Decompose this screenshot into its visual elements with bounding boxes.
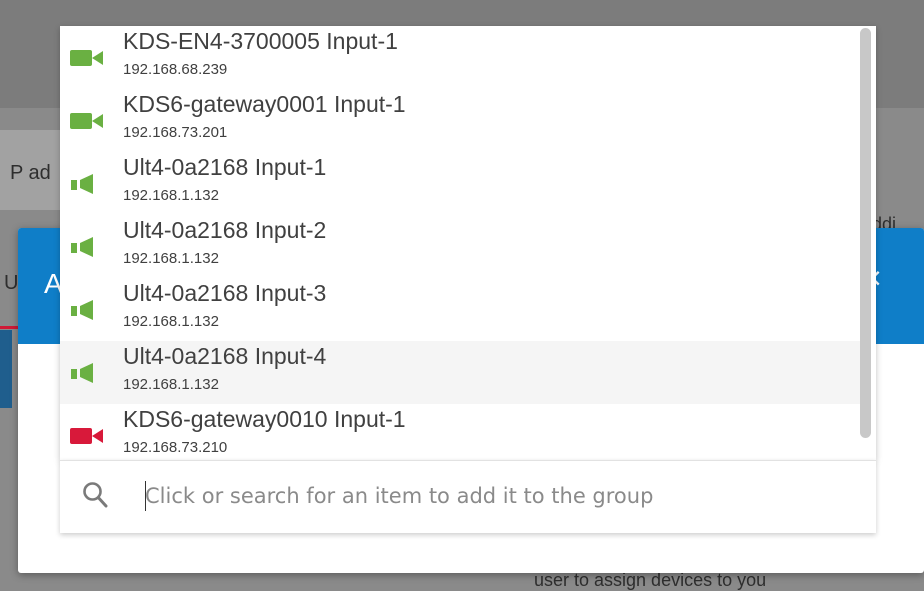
background-left-strip bbox=[0, 330, 12, 408]
device-ip: 192.168.68.239 bbox=[123, 61, 228, 78]
video-camera-icon bbox=[70, 111, 104, 131]
speaker-icon bbox=[70, 237, 104, 257]
device-dropdown-list: KDS-EN4-3700005 Input-1 192.168.68.239 KDS… bbox=[60, 26, 876, 460]
device-ip: 192.168.1.132 bbox=[123, 313, 219, 330]
device-name: Ult4-0a2168 Input-2 bbox=[123, 217, 327, 243]
device-list-item[interactable]: KDS6-gateway0001 Input-1 192.168.73.201 bbox=[60, 89, 860, 152]
device-name: Ult4-0a2168 Input-1 bbox=[123, 154, 327, 180]
device-name: Ult4-0a2168 Input-4 bbox=[123, 343, 327, 369]
device-list-item[interactable]: Ult4-0a2168 Input-3 192.168.1.132 bbox=[60, 278, 860, 341]
device-name: Ult4-0a2168 Input-3 bbox=[123, 280, 327, 306]
device-list-item[interactable]: KDS-EN4-3700005 Input-1 192.168.68.239 bbox=[60, 26, 860, 89]
scrollbar-thumb[interactable] bbox=[860, 28, 871, 438]
device-list-item[interactable]: Ult4-0a2168 Input-4 192.168.1.132 bbox=[60, 341, 860, 404]
background-bottom-text: user to assign devices to you bbox=[534, 570, 767, 590]
device-name: KDS6-gateway0001 Input-1 bbox=[123, 91, 406, 117]
background-left-letter: U bbox=[4, 272, 19, 294]
device-ip: 192.168.1.132 bbox=[123, 250, 219, 267]
device-list-item[interactable]: KDS6-gateway0010 Input-1 192.168.73.210 bbox=[60, 404, 860, 460]
text-cursor bbox=[145, 481, 146, 511]
video-camera-icon bbox=[70, 48, 104, 68]
device-ip: 192.168.73.210 bbox=[123, 439, 228, 456]
device-ip: 192.168.73.201 bbox=[123, 124, 228, 141]
device-name: KDS-EN4-3700005 Input-1 bbox=[123, 28, 398, 54]
search-box bbox=[60, 460, 876, 533]
device-ip: 192.168.1.132 bbox=[123, 187, 219, 204]
speaker-icon bbox=[70, 300, 104, 320]
device-list-item[interactable]: Ult4-0a2168 Input-1 192.168.1.132 bbox=[60, 152, 860, 215]
search-input[interactable] bbox=[143, 479, 845, 513]
background-ip-label: P ad bbox=[10, 162, 51, 184]
device-list-item[interactable]: Ult4-0a2168 Input-2 192.168.1.132 bbox=[60, 215, 860, 278]
search-icon bbox=[83, 482, 108, 508]
speaker-icon bbox=[70, 174, 104, 194]
device-name: KDS6-gateway0010 Input-1 bbox=[123, 406, 406, 432]
device-list: KDS-EN4-3700005 Input-1 192.168.68.239 KDS… bbox=[60, 26, 860, 460]
speaker-icon bbox=[70, 363, 104, 383]
video-camera-icon bbox=[70, 426, 104, 446]
device-ip: 192.168.1.132 bbox=[123, 376, 219, 393]
